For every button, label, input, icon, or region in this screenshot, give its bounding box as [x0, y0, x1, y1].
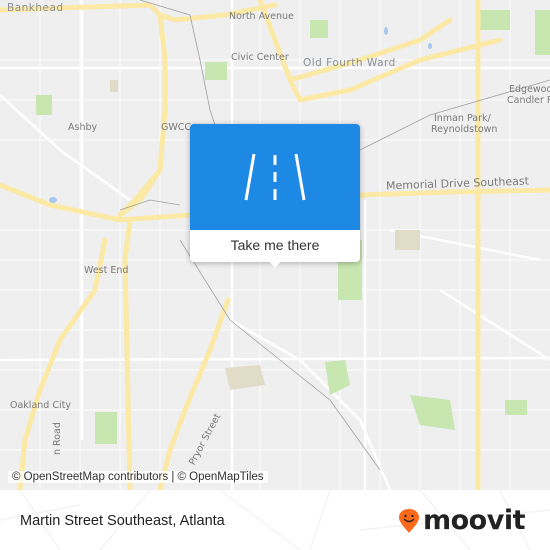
- popup-header: [190, 124, 360, 230]
- road-icon: [244, 153, 306, 201]
- map-label-oakland-city: Oakland City: [10, 400, 71, 411]
- map-attribution[interactable]: © OpenStreetMap contributors | © OpenMap…: [8, 471, 268, 483]
- map-label-reynoldstown: Reynoldstown: [431, 124, 498, 135]
- popup-pointer: [268, 260, 282, 268]
- map-label-gwcc: GWCC: [161, 122, 192, 133]
- take-me-there-popup[interactable]: Take me there: [190, 124, 360, 268]
- map-label-civic-center: Civic Center: [231, 52, 289, 63]
- map-label-bankhead: Bankhead: [7, 2, 64, 14]
- moovit-pin-icon: [399, 509, 419, 533]
- moovit-logo[interactable]: moovit: [398, 505, 526, 536]
- map-label-west-end: West End: [84, 265, 129, 276]
- map-label-road: n Road: [52, 422, 63, 455]
- moovit-wordmark: moovit: [423, 505, 526, 536]
- take-me-there-button[interactable]: Take me there: [190, 230, 360, 262]
- map-label-inman-park: Inman Park/: [434, 113, 491, 124]
- map-label-north-avenue: North Avenue: [229, 11, 294, 22]
- map-label-edgewood: Edgewood: [509, 84, 550, 95]
- map-label-old-fourth-ward: Old Fourth Ward: [303, 57, 396, 69]
- destination-address: Martin Street Southeast, Atlanta: [20, 513, 225, 529]
- map-label-ashby: Ashby: [68, 122, 98, 133]
- map-label-candler-park: Candler Park: [507, 95, 550, 106]
